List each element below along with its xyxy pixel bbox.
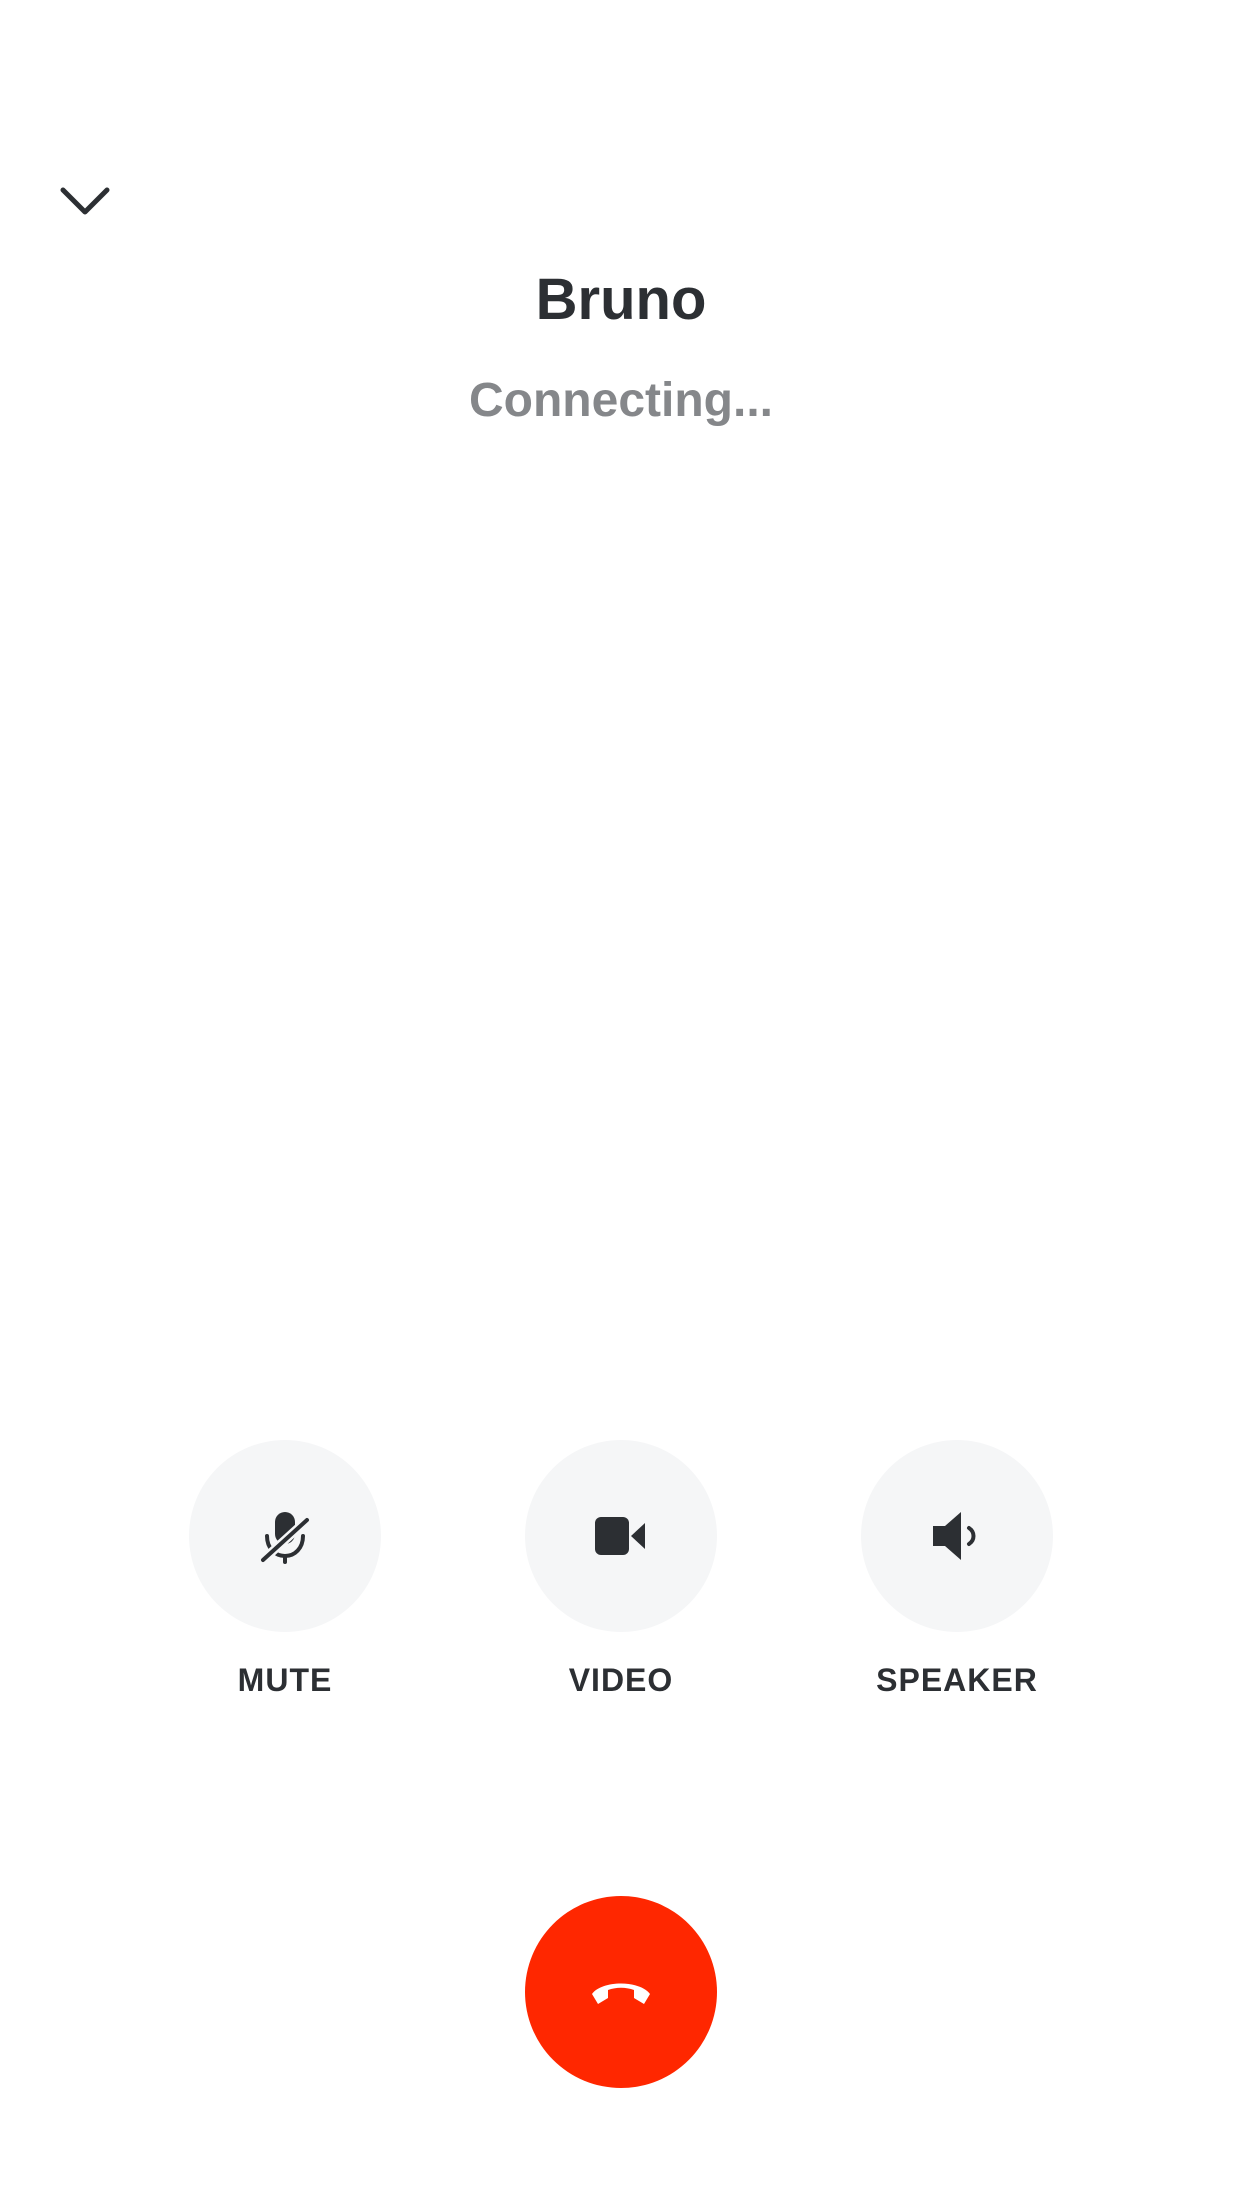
minimize-call-button[interactable]: [40, 155, 130, 245]
hang-up-icon: [592, 1983, 650, 2004]
mic-off-icon: [258, 1512, 312, 1565]
call-controls: MUTE VIDEO SPEAKER: [0, 1440, 1242, 1710]
video-circle[interactable]: [525, 1440, 717, 1632]
video-camera-icon: [595, 1517, 645, 1555]
caller-name: Bruno: [535, 267, 707, 332]
video-label: VIDEO: [568, 1662, 674, 1698]
call-status: Connecting...: [469, 374, 773, 427]
speaker-circle[interactable]: [861, 1440, 1053, 1632]
end-call-button[interactable]: [525, 1896, 717, 2088]
mute-label: MUTE: [237, 1662, 333, 1698]
speaker-label: SPEAKER: [876, 1662, 1038, 1698]
mute-button[interactable]: MUTE: [155, 1440, 415, 1700]
speaker-icon: [933, 1512, 976, 1560]
call-screen: Bruno Connecting... MUTE VIDEO SPEAKER: [0, 0, 1242, 2208]
speaker-button[interactable]: SPEAKER: [827, 1440, 1087, 1700]
mute-circle[interactable]: [189, 1440, 381, 1632]
video-button[interactable]: VIDEO: [491, 1440, 751, 1700]
chevron-down-icon: [60, 187, 110, 215]
